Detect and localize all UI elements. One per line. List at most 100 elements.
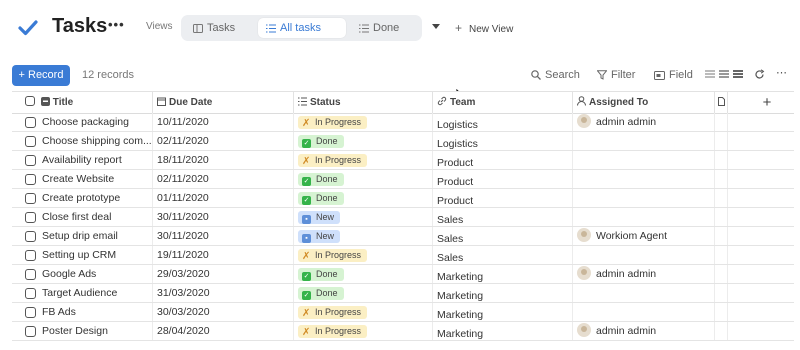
cell-assigned-to[interactable]: Workiom Agent (573, 227, 715, 245)
cell-team[interactable]: Product (433, 189, 573, 207)
cell-status[interactable]: ✓ Done (294, 170, 433, 188)
cell-status[interactable]: ✗ In Progress (294, 151, 433, 169)
table-row[interactable]: Google Ads 29/03/2020 ✓ Done Marketing admin … (12, 265, 794, 284)
table-row[interactable]: Availability report 18/11/2020 ✗ In Progres… (12, 151, 794, 170)
view-tab-tasks[interactable]: Tasks (185, 18, 257, 38)
cell-attachment[interactable] (715, 189, 728, 207)
cell-due-date[interactable]: 30/11/2020 (153, 208, 294, 226)
cell-attachment[interactable] (715, 303, 728, 321)
row-checkbox[interactable] (25, 250, 36, 261)
cell-title[interactable]: FB Ads (38, 303, 153, 321)
row-checkbox[interactable] (25, 231, 36, 242)
cell-attachment[interactable] (715, 265, 728, 283)
table-row[interactable]: Close first deal 30/11/2020 ▪ New Sales (12, 208, 794, 227)
cell-due-date[interactable]: 30/03/2020 (153, 303, 294, 321)
add-record-button[interactable]: + Record (12, 65, 70, 86)
search-button[interactable]: Search (531, 69, 580, 81)
column-header-status[interactable]: Status (294, 92, 433, 113)
row-checkbox[interactable] (25, 117, 36, 128)
cell-title[interactable]: Google Ads (38, 265, 153, 283)
row-checkbox[interactable] (25, 212, 36, 223)
column-header-title[interactable]: Title (12, 92, 153, 113)
cell-due-date[interactable]: 02/11/2020 (153, 170, 294, 188)
cell-attachment[interactable] (715, 113, 728, 131)
cell-due-date[interactable]: 31/03/2020 (153, 284, 294, 302)
filter-button[interactable]: Filter (596, 69, 635, 81)
cell-team[interactable]: Sales (433, 227, 573, 245)
cell-team[interactable]: Product (433, 170, 573, 188)
cell-title[interactable]: Choose packaging (38, 113, 153, 131)
table-row[interactable]: Create prototype 01/11/2020 ✓ Done Product (12, 189, 794, 208)
cell-assigned-to[interactable] (573, 303, 715, 321)
column-header-due-date[interactable]: Due Date (153, 92, 294, 113)
cell-assigned-to[interactable]: admin admin (573, 265, 715, 283)
row-checkbox[interactable] (25, 193, 36, 204)
column-header-team[interactable]: Team (433, 92, 573, 113)
cell-title[interactable]: Setup drip email (38, 227, 153, 245)
cell-status[interactable]: ✓ Done (294, 284, 433, 302)
cell-team[interactable]: Sales (433, 246, 573, 264)
cell-due-date[interactable]: 30/11/2020 (153, 227, 294, 245)
refresh-icon[interactable] (754, 69, 765, 80)
table-row[interactable]: Choose shipping com... 02/11/2020 ✓ Done Log… (12, 132, 794, 151)
cell-status[interactable]: ✓ Done (294, 265, 433, 283)
cell-title[interactable]: Availability report (38, 151, 153, 169)
cell-attachment[interactable] (715, 170, 728, 188)
chevron-down-icon[interactable] (432, 24, 440, 29)
row-checkbox[interactable] (25, 155, 36, 166)
row-height-medium-icon[interactable] (719, 69, 729, 79)
select-all-checkbox-icon[interactable] (25, 96, 35, 106)
cell-title[interactable]: Setting up CRM (38, 246, 153, 264)
field-button[interactable]: Field (654, 69, 693, 81)
cell-title[interactable]: Create prototype (38, 189, 153, 207)
cell-team[interactable]: Marketing (433, 265, 573, 283)
cell-status[interactable]: ▪ New (294, 227, 433, 245)
row-checkbox[interactable] (25, 326, 36, 337)
cell-title[interactable]: Choose shipping com... (38, 132, 153, 150)
cell-due-date[interactable]: 29/03/2020 (153, 265, 294, 283)
cell-assigned-to[interactable] (573, 246, 715, 264)
cell-attachment[interactable] (715, 246, 728, 264)
row-height-large-icon[interactable] (733, 69, 743, 79)
cell-team[interactable]: Marketing (433, 322, 573, 340)
cell-attachment[interactable] (715, 151, 728, 169)
cell-attachment[interactable] (715, 322, 728, 340)
table-row[interactable]: Setting up CRM 19/11/2020 ✗ In Progress Sale… (12, 246, 794, 265)
cell-team[interactable]: Sales (433, 208, 573, 226)
row-checkbox[interactable] (25, 269, 36, 280)
cell-assigned-to[interactable] (573, 151, 715, 169)
cell-team[interactable]: Logistics (433, 113, 573, 131)
cell-attachment[interactable] (715, 208, 728, 226)
cell-assigned-to[interactable] (573, 189, 715, 207)
cell-title[interactable]: Target Audience (38, 284, 153, 302)
cell-assigned-to[interactable]: admin admin (573, 113, 715, 131)
cell-status[interactable]: ✗ In Progress (294, 322, 433, 340)
row-checkbox[interactable] (25, 174, 36, 185)
view-tab-done[interactable]: Done (351, 18, 417, 38)
table-row[interactable]: Target Audience 31/03/2020 ✓ Done Marketing (12, 284, 794, 303)
cell-due-date[interactable]: 02/11/2020 (153, 132, 294, 150)
table-row[interactable]: Create Website 02/11/2020 ✓ Done Product (12, 170, 794, 189)
cell-due-date[interactable]: 18/11/2020 (153, 151, 294, 169)
add-column-button[interactable]: + (757, 92, 777, 113)
row-height-small-icon[interactable] (705, 69, 715, 79)
more-options-button[interactable]: ••• (108, 17, 125, 32)
cell-assigned-to[interactable] (573, 284, 715, 302)
cell-assigned-to[interactable] (573, 208, 715, 226)
row-checkbox[interactable] (25, 307, 36, 318)
cell-status[interactable]: ✓ Done (294, 132, 433, 150)
cell-attachment[interactable] (715, 132, 728, 150)
cell-status[interactable]: ✗ In Progress (294, 246, 433, 264)
cell-title[interactable]: Close first deal (38, 208, 153, 226)
cell-attachment[interactable] (715, 227, 728, 245)
table-row[interactable]: Setup drip email 30/11/2020 ▪ New Sales Worki… (12, 227, 794, 246)
column-header-assigned-to[interactable]: Assigned To (573, 92, 715, 113)
cell-due-date[interactable]: 10/11/2020 (153, 113, 294, 131)
row-checkbox[interactable] (25, 136, 36, 147)
cell-assigned-to[interactable]: admin admin (573, 322, 715, 340)
more-options-icon[interactable]: ⋯ (776, 66, 787, 79)
cell-team[interactable]: Marketing (433, 284, 573, 302)
column-header-attachment[interactable] (715, 92, 728, 113)
cell-assigned-to[interactable] (573, 170, 715, 188)
table-row[interactable]: FB Ads 30/03/2020 ✗ In Progress Marketing (12, 303, 794, 322)
